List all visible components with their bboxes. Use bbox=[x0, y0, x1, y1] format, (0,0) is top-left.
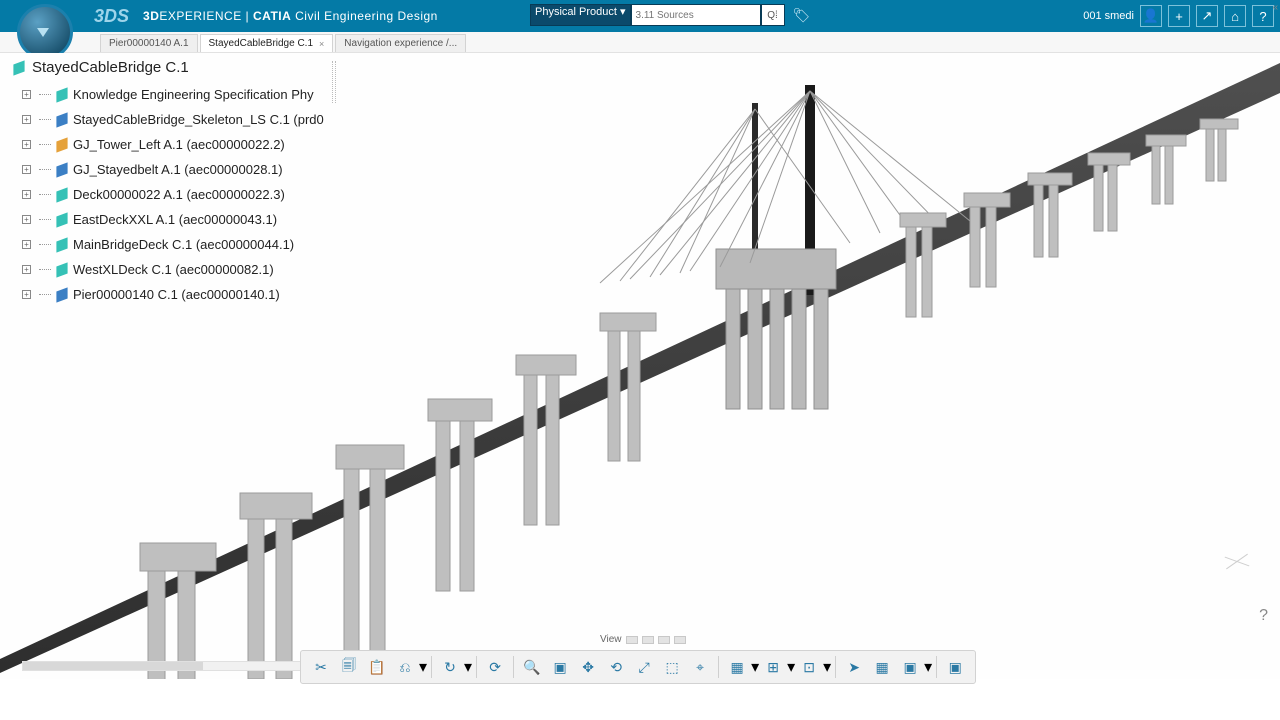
tree-item[interactable]: +MainBridgeDeck C.1 (aec00000044.1) bbox=[12, 232, 372, 257]
tree-item[interactable]: +EastDeckXXL A.1 (aec00000043.1) bbox=[12, 207, 372, 232]
view-compass-icon[interactable] bbox=[1224, 543, 1260, 579]
help-icon[interactable]: ? bbox=[1259, 607, 1268, 625]
box-button[interactable]: ▦ bbox=[870, 655, 894, 679]
center-button[interactable]: ⌖ bbox=[688, 655, 712, 679]
search-bar: Physical Product Q⁞ 🏷 bbox=[530, 4, 810, 26]
update-button[interactable]: ↻ bbox=[438, 655, 462, 679]
look-button[interactable]: ⬚ bbox=[660, 655, 684, 679]
product-icon bbox=[12, 61, 26, 75]
expand-icon[interactable]: + bbox=[22, 165, 31, 174]
user-label: 001 smedi bbox=[1083, 10, 1134, 22]
grid-button[interactable]: ⊞ bbox=[761, 655, 785, 679]
add-icon[interactable]: + bbox=[1168, 5, 1190, 27]
spec-tree: StayedCableBridge C.1 +Knowledge Enginee… bbox=[12, 59, 372, 307]
tree-root-label: StayedCableBridge C.1 bbox=[32, 59, 189, 76]
app-header: 3DS 3DEXPERIENCE | CATIA Civil Engineeri… bbox=[0, 0, 1280, 32]
view-segment[interactable] bbox=[658, 636, 670, 644]
tree-scrollbar[interactable] bbox=[22, 661, 322, 671]
tree-item[interactable]: +Knowledge Engineering Specification Phy bbox=[12, 82, 372, 107]
view-label: View bbox=[600, 634, 622, 645]
view-segment[interactable] bbox=[674, 636, 686, 644]
zoom-button[interactable]: ⤢ bbox=[632, 655, 656, 679]
home-icon[interactable]: ⌂ bbox=[1224, 5, 1246, 27]
expand-icon[interactable]: + bbox=[22, 190, 31, 199]
document-tabs: Pier00000140 A.1 StayedCableBridge C.1× … bbox=[0, 32, 1280, 53]
copy-button[interactable]: 🗐 bbox=[337, 655, 361, 679]
search-scope-dropdown[interactable]: Physical Product bbox=[530, 4, 631, 26]
refresh-button[interactable]: ⟳ bbox=[483, 655, 507, 679]
expand-icon[interactable]: + bbox=[22, 290, 31, 299]
ds-logo: 3DS bbox=[94, 6, 129, 27]
workspace: StayedCableBridge C.1 +Knowledge Enginee… bbox=[0, 53, 1280, 679]
tree-root[interactable]: StayedCableBridge C.1 bbox=[12, 59, 372, 76]
close-icon[interactable]: × bbox=[319, 39, 324, 49]
rotate-button[interactable]: ⟲ bbox=[604, 655, 628, 679]
expand-icon[interactable]: + bbox=[22, 115, 31, 124]
fit-button[interactable]: 🔍 bbox=[520, 655, 544, 679]
pan-button[interactable]: ✥ bbox=[576, 655, 600, 679]
section-button[interactable]: ▣ bbox=[943, 655, 967, 679]
undo-button[interactable]: ⎌ bbox=[393, 655, 417, 679]
paste-button[interactable]: 📋 bbox=[365, 655, 389, 679]
share-icon[interactable]: ↗ bbox=[1196, 5, 1218, 27]
search-input[interactable] bbox=[631, 4, 761, 26]
expand-icon[interactable]: + bbox=[22, 240, 31, 249]
shade-button[interactable]: ▦ bbox=[725, 655, 749, 679]
tree-item[interactable]: +Pier00000140 C.1 (aec00000140.1) bbox=[12, 282, 372, 307]
expand-icon[interactable]: + bbox=[22, 215, 31, 224]
help-icon[interactable]: ? bbox=[1252, 5, 1274, 27]
expand-icon[interactable]: + bbox=[22, 265, 31, 274]
deck-icon bbox=[55, 213, 69, 227]
deck-icon bbox=[55, 188, 69, 202]
tree-item[interactable]: +GJ_Stayedbelt A.1 (aec00000028.1) bbox=[12, 157, 372, 182]
tab-stayedcablebridge[interactable]: StayedCableBridge C.1× bbox=[200, 34, 334, 52]
deck-icon bbox=[55, 238, 69, 252]
expand-icon[interactable]: + bbox=[22, 90, 31, 99]
tree-item[interactable]: +Deck00000022 A.1 (aec00000022.3) bbox=[12, 182, 372, 207]
knowledge-icon bbox=[55, 88, 69, 102]
expand-icon[interactable]: + bbox=[22, 140, 31, 149]
skeleton-icon bbox=[55, 113, 69, 127]
frame-button[interactable]: ▣ bbox=[548, 655, 572, 679]
view-segment[interactable] bbox=[642, 636, 654, 644]
tree-item[interactable]: +WestXLDeck C.1 (aec00000082.1) bbox=[12, 257, 372, 282]
brand-title: 3DEXPERIENCE | CATIA Civil Engineering D… bbox=[143, 9, 438, 23]
view-bar: View bbox=[600, 634, 686, 645]
tab-navigation[interactable]: Navigation experience /... bbox=[335, 34, 466, 52]
tree-resize-handle[interactable] bbox=[330, 53, 336, 679]
pier-icon bbox=[55, 288, 69, 302]
tag-icon[interactable]: 🏷 bbox=[793, 7, 811, 24]
cut-button[interactable]: ✂ bbox=[309, 655, 333, 679]
layout-button[interactable]: ⊡ bbox=[797, 655, 821, 679]
collapse-tabs-icon[interactable]: « bbox=[1272, 2, 1278, 13]
deck-icon bbox=[55, 263, 69, 277]
belt-icon bbox=[55, 163, 69, 177]
bottom-toolbar: ✂ 🗐 📋 ⎌▾ ↻▾ ⟳ 🔍 ▣ ✥ ⟲ ⤢ ⬚ ⌖ ▦▾ ⊞▾ ⊡▾ ➤ ▦… bbox=[300, 650, 976, 684]
tab-pier[interactable]: Pier00000140 A.1 bbox=[100, 34, 198, 52]
tree-item[interactable]: +GJ_Tower_Left A.1 (aec00000022.2) bbox=[12, 132, 372, 157]
search-button[interactable]: Q⁞ bbox=[761, 4, 785, 26]
user-icon[interactable]: 👤 bbox=[1140, 5, 1162, 27]
flyto-button[interactable]: ➤ bbox=[842, 655, 866, 679]
tree-item[interactable]: +StayedCableBridge_Skeleton_LS C.1 (prd0 bbox=[12, 107, 372, 132]
user-area: 001 smedi 👤 + ↗ ⌂ ? bbox=[1083, 0, 1274, 32]
tower-icon bbox=[55, 138, 69, 152]
box2-button[interactable]: ▣ bbox=[898, 655, 922, 679]
view-segment[interactable] bbox=[626, 636, 638, 644]
